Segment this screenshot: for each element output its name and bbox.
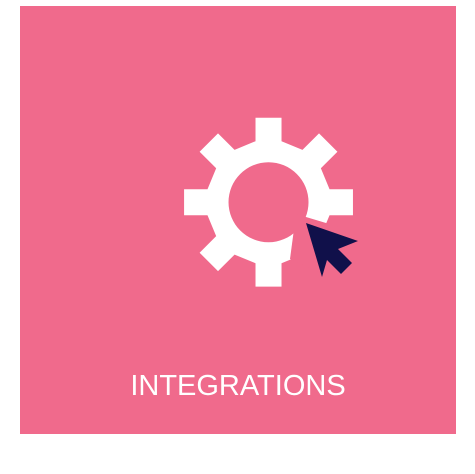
gear-icon	[184, 117, 353, 287]
integrations-icon	[170, 99, 370, 299]
integrations-tile[interactable]: INTEGRATIONS	[20, 6, 456, 434]
tile-label: INTEGRATIONS	[130, 370, 346, 402]
